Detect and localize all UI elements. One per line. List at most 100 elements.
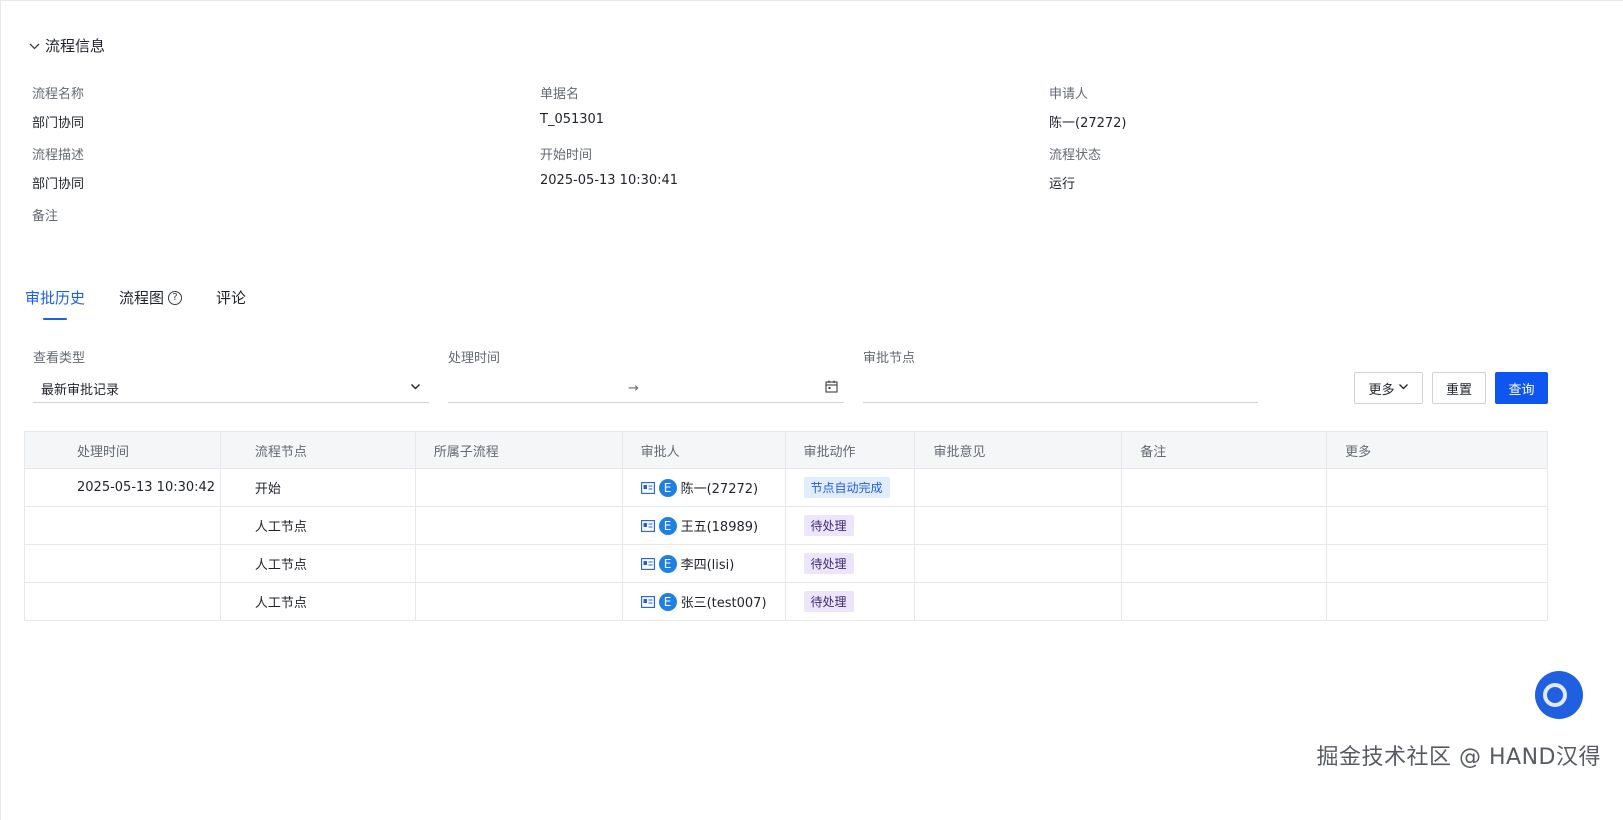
- status-badge: 节点自动完成: [803, 477, 890, 498]
- info-value: 陈一(27272): [1049, 116, 1127, 131]
- tab-label: 流程图: [119, 289, 165, 307]
- more-button[interactable]: 更多: [1354, 372, 1423, 404]
- help-icon[interactable]: ?: [168, 290, 183, 305]
- cell-time: [24, 582, 221, 621]
- info-remark: 备注: [32, 205, 58, 224]
- avatar: E: [658, 478, 677, 497]
- info-process-name: 流程名称 部门协同: [32, 83, 84, 131]
- view-type-value: 最新审批记录: [41, 383, 120, 398]
- cell-approver: E 王五(18989): [622, 506, 786, 545]
- cell-approver: E 陈一(27272): [622, 468, 786, 507]
- info-label: 流程描述: [32, 148, 85, 163]
- approver-name[interactable]: 李四(lisi): [681, 554, 735, 573]
- tab-bar: 审批历史 流程图 ? 评论: [25, 287, 280, 320]
- avatar: E: [658, 592, 677, 611]
- avatar: E: [658, 554, 677, 573]
- node-input[interactable]: [863, 375, 1258, 403]
- chevron-down-icon: [410, 381, 421, 396]
- cell-time: [24, 544, 221, 583]
- table-row: 人工节点 E 王五(18989) 待处理: [24, 506, 1548, 545]
- reset-label: 重置: [1445, 382, 1472, 398]
- cell-node: 人工节点: [220, 582, 416, 621]
- cell-action: 节点自动完成: [785, 468, 916, 507]
- filter-label: 审批节点: [863, 351, 916, 366]
- query-button[interactable]: 查询: [1495, 372, 1548, 404]
- tab-flowchart[interactable]: 流程图 ?: [119, 287, 183, 320]
- cell-node: 人工节点: [220, 544, 416, 583]
- approver-name[interactable]: 王五(18989): [681, 516, 759, 535]
- status-badge: 待处理: [803, 591, 854, 612]
- cell-remark: [1121, 468, 1328, 507]
- cell-more: [1326, 582, 1548, 621]
- info-value: T_051301: [540, 112, 605, 127]
- column-header: 所属子流程: [415, 431, 623, 469]
- column-header: 更多: [1326, 431, 1548, 469]
- approval-history-table: 处理时间 流程节点 所属子流程 审批人 审批动作 审批意见 备注 更多 2025…: [24, 431, 1548, 621]
- cell-subflow: [415, 506, 623, 545]
- table-row: 2025-05-13 10:30:42 开始 E 陈一(27272) 节点自动完…: [24, 468, 1548, 507]
- info-doc-name: 单据名 T_051301: [540, 83, 604, 127]
- assistant-float-button[interactable]: [1535, 671, 1583, 719]
- cell-remark: [1121, 506, 1328, 545]
- tab-comments[interactable]: 评论: [216, 287, 246, 320]
- query-label: 查询: [1508, 382, 1535, 398]
- cell-more: [1326, 506, 1548, 545]
- arrow-right-icon: →: [628, 381, 639, 396]
- cell-remark: [1121, 582, 1328, 621]
- assistant-icon: [1543, 683, 1567, 707]
- cell-opinion: [914, 544, 1123, 583]
- cell-node: 开始: [220, 468, 416, 507]
- info-process-desc: 流程描述 部门协同: [32, 144, 84, 192]
- chevron-down-icon: [1398, 381, 1409, 396]
- info-process-status: 流程状态 运行: [1049, 144, 1101, 192]
- cell-subflow: [415, 544, 623, 583]
- id-card-icon[interactable]: [640, 481, 655, 494]
- column-header: 流程节点: [220, 431, 416, 469]
- reset-button[interactable]: 重置: [1432, 372, 1486, 404]
- column-header: 审批动作: [785, 431, 916, 469]
- tab-label: 评论: [216, 289, 247, 307]
- info-label: 流程名称: [32, 87, 85, 102]
- section-toggle[interactable]: 流程信息: [29, 35, 105, 56]
- info-value: 运行: [1049, 177, 1076, 192]
- approver-name[interactable]: 陈一(27272): [681, 478, 759, 497]
- cell-opinion: [914, 582, 1123, 621]
- view-type-select[interactable]: 最新审批记录: [33, 375, 429, 403]
- section-title: 流程信息: [45, 37, 106, 55]
- cell-action: 待处理: [785, 506, 916, 545]
- more-label: 更多: [1368, 382, 1395, 398]
- cell-approver: E 李四(lisi): [622, 544, 786, 583]
- info-value: 部门协同: [32, 177, 85, 192]
- info-label: 开始时间: [540, 148, 593, 163]
- approver-name[interactable]: 张三(test007): [681, 592, 767, 611]
- column-header: 审批意见: [914, 431, 1123, 469]
- tab-approval-history[interactable]: 审批历史: [25, 287, 85, 320]
- cell-approver: E 张三(test007): [622, 582, 786, 621]
- table-header-row: 处理时间 流程节点 所属子流程 审批人 审批动作 审批意见 备注 更多: [24, 431, 1548, 469]
- filter-node: 审批节点: [863, 347, 1258, 403]
- info-applicant: 申请人 陈一(27272): [1049, 83, 1127, 131]
- calendar-icon[interactable]: [825, 380, 838, 397]
- table-row: 人工节点 E 张三(test007) 待处理: [24, 582, 1548, 621]
- status-badge: 待处理: [803, 553, 854, 574]
- date-range-picker[interactable]: →: [448, 375, 844, 403]
- status-badge: 待处理: [803, 515, 854, 536]
- cell-opinion: [914, 506, 1123, 545]
- cell-time: [24, 506, 221, 545]
- filter-label: 处理时间: [448, 351, 501, 366]
- chevron-down-icon: [29, 41, 40, 51]
- cell-time: 2025-05-13 10:30:42: [24, 468, 221, 507]
- cell-subflow: [415, 582, 623, 621]
- column-header: 审批人: [622, 431, 786, 469]
- tab-label: 审批历史: [25, 289, 86, 307]
- id-card-icon[interactable]: [640, 557, 655, 570]
- filter-process-time: 处理时间 →: [448, 347, 844, 403]
- filter-label: 查看类型: [33, 351, 86, 366]
- column-header: 备注: [1121, 431, 1328, 469]
- cell-more: [1326, 468, 1548, 507]
- cell-opinion: [914, 468, 1123, 507]
- page: 流程信息 流程名称 部门协同 单据名 T_051301 申请人 陈一(27272…: [0, 0, 1623, 820]
- avatar: E: [658, 516, 677, 535]
- id-card-icon[interactable]: [640, 595, 655, 608]
- id-card-icon[interactable]: [640, 519, 655, 532]
